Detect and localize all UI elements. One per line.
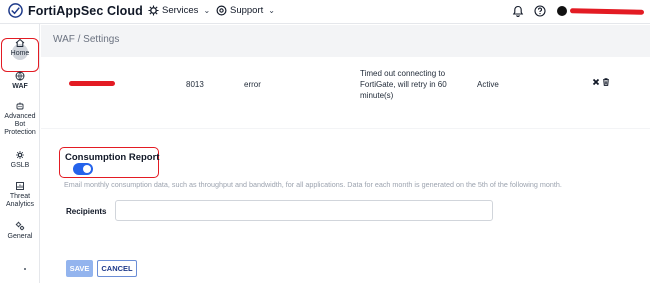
consumption-report-toggle[interactable] — [73, 163, 93, 175]
sidebar-item-gslb[interactable]: GSLB — [0, 150, 40, 170]
sidebar-item-advanced-bot-protection[interactable]: Advanced Bot Protection — [0, 101, 40, 137]
sidebar-more-indicator — [24, 268, 26, 270]
section-divider — [41, 128, 650, 129]
home-icon — [15, 38, 25, 47]
fortiappsec-logo-icon — [8, 3, 23, 18]
gslb-icon — [16, 151, 24, 159]
support-label: Support — [230, 5, 264, 16]
gear-icon — [15, 221, 25, 231]
sidebar-item-label-line2: Bot — [14, 121, 26, 128]
bot-icon — [16, 102, 24, 110]
save-button[interactable]: SAVE — [66, 260, 93, 277]
services-icon — [148, 5, 159, 16]
consumption-description: Email monthly consumption data, such as … — [64, 180, 562, 189]
sidebar-item-threat-analytics[interactable]: Threat Analytics — [0, 181, 40, 209]
sidebar-item-general[interactable]: General — [0, 221, 40, 241]
support-icon — [216, 5, 227, 16]
row-actions — [592, 78, 610, 86]
services-label: Services — [162, 5, 199, 16]
breadcrumb-bar — [41, 25, 650, 57]
recipients-input[interactable] — [115, 200, 493, 221]
user-avatar-icon[interactable] — [557, 6, 567, 16]
chevron-down-icon: ⌄ — [268, 6, 275, 15]
app-title: FortiAppSec Cloud — [28, 3, 143, 18]
help-icon[interactable] — [534, 5, 546, 17]
chevron-down-icon: ⌄ — [203, 6, 211, 15]
state-cell: Active — [477, 80, 499, 89]
sidebar-item-label: General — [7, 233, 33, 240]
sidebar-item-label-line3: Protection — [4, 129, 36, 136]
waf-icon — [15, 71, 25, 81]
sidebar-item-label-line1: Advanced — [4, 113, 36, 120]
sidebar-item-label-line2: Analytics — [5, 201, 34, 208]
top-bar: FortiAppSec Cloud Services ⌄ Support ⌄ — [0, 0, 650, 24]
sidebar-item-label-line1: Threat — [9, 193, 31, 200]
support-menu[interactable]: Support ⌄ — [216, 5, 275, 16]
sidebar-item-label: Home — [10, 50, 30, 57]
services-menu[interactable]: Services ⌄ — [148, 5, 210, 16]
redacted-host-name — [69, 81, 115, 86]
user-name-redacted[interactable] — [569, 8, 645, 15]
analytics-icon — [16, 182, 24, 190]
sidebar-item-home[interactable]: Home — [0, 38, 40, 58]
cancel-button[interactable]: CANCEL — [97, 260, 137, 277]
bell-icon[interactable] — [512, 5, 524, 17]
trash-icon[interactable] — [602, 78, 610, 86]
toggle-knob — [83, 165, 91, 173]
recipients-label: Recipients — [66, 207, 107, 216]
close-icon[interactable] — [592, 78, 600, 86]
breadcrumb: WAF / Settings — [53, 34, 120, 45]
sidebar-item-label: GSLB — [10, 162, 30, 169]
status-code-cell: error — [244, 80, 261, 89]
brand[interactable]: FortiAppSec Cloud — [8, 3, 143, 18]
message-cell: Timed out connecting to FortiGate, will … — [360, 69, 447, 100]
sidebar-item-waf[interactable]: WAF — [0, 71, 40, 91]
port-cell: 8013 — [186, 80, 204, 89]
sidebar-item-label: WAF — [12, 83, 28, 90]
consumption-report-title: Consumption Report — [65, 152, 160, 163]
